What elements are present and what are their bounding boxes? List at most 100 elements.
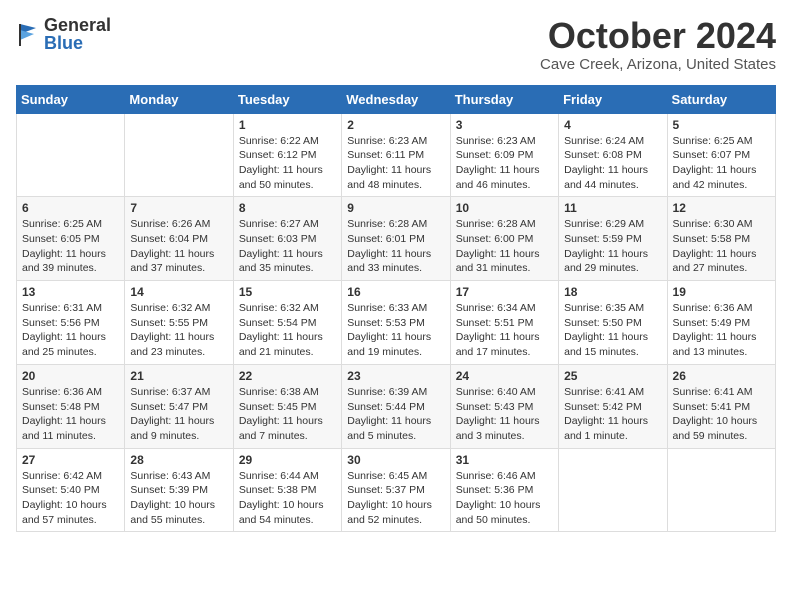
calendar-cell: 20 Sunrise: 6:36 AM Sunset: 5:48 PM Dayli… [17, 364, 125, 448]
day-info: Sunrise: 6:24 AM Sunset: 6:08 PM Dayligh… [564, 134, 661, 193]
day-number: 5 [673, 118, 770, 132]
calendar-cell: 4Sunrise: 6:24 AM Sunset: 6:08 PM Daylig… [559, 113, 667, 197]
calendar-header-row: SundayMondayTuesdayWednesdayThursdayFrid… [17, 85, 776, 113]
weekday-header-wednesday: Wednesday [342, 85, 450, 113]
day-number: 19 [673, 285, 770, 299]
calendar-cell: 19 Sunrise: 6:36 AM Sunset: 5:49 PM Dayli… [667, 281, 775, 365]
day-info: Sunrise: 6:33 AM Sunset: 5:53 PM Dayligh… [347, 301, 444, 360]
calendar-cell: 29 Sunrise: 6:44 AM Sunset: 5:38 PM Dayli… [233, 448, 341, 532]
day-info: Sunrise: 6:37 AM Sunset: 5:47 PM Dayligh… [130, 385, 227, 444]
day-number: 23 [347, 369, 444, 383]
day-number: 2 [347, 118, 444, 132]
day-info: Sunrise: 6:25 AM Sunset: 6:07 PM Dayligh… [673, 134, 770, 193]
day-info: Sunrise: 6:23 AM Sunset: 6:09 PM Dayligh… [456, 134, 553, 193]
day-info: Sunrise: 6:23 AM Sunset: 6:11 PM Dayligh… [347, 134, 444, 193]
calendar-week-4: 20 Sunrise: 6:36 AM Sunset: 5:48 PM Dayli… [17, 364, 776, 448]
day-number: 29 [239, 453, 336, 467]
day-number: 6 [22, 201, 119, 215]
day-info: Sunrise: 6:22 AM Sunset: 6:12 PM Dayligh… [239, 134, 336, 193]
day-info: Sunrise: 6:32 AM Sunset: 5:55 PM Dayligh… [130, 301, 227, 360]
day-info: Sunrise: 6:25 AM Sunset: 6:05 PM Dayligh… [22, 217, 119, 276]
weekday-header-thursday: Thursday [450, 85, 558, 113]
day-info: Sunrise: 6:39 AM Sunset: 5:44 PM Dayligh… [347, 385, 444, 444]
calendar-cell: 9 Sunrise: 6:28 AM Sunset: 6:01 PM Daylig… [342, 197, 450, 281]
calendar-cell: 5 Sunrise: 6:25 AM Sunset: 6:07 PM Daylig… [667, 113, 775, 197]
calendar-cell: 6 Sunrise: 6:25 AM Sunset: 6:05 PM Daylig… [17, 197, 125, 281]
day-number: 24 [456, 369, 553, 383]
day-info: Sunrise: 6:36 AM Sunset: 5:49 PM Dayligh… [673, 301, 770, 360]
calendar-cell [667, 448, 775, 532]
calendar-cell: 30Sunrise: 6:45 AM Sunset: 5:37 PM Dayli… [342, 448, 450, 532]
calendar-cell [17, 113, 125, 197]
weekday-header-sunday: Sunday [17, 85, 125, 113]
calendar-week-1: 1 Sunrise: 6:22 AM Sunset: 6:12 PM Daylig… [17, 113, 776, 197]
calendar-week-3: 13 Sunrise: 6:31 AM Sunset: 5:56 PM Dayli… [17, 281, 776, 365]
logo-general: General [44, 16, 111, 34]
day-number: 26 [673, 369, 770, 383]
calendar-cell: 10 Sunrise: 6:28 AM Sunset: 6:00 PM Dayli… [450, 197, 558, 281]
day-number: 11 [564, 201, 661, 215]
day-info: Sunrise: 6:28 AM Sunset: 6:01 PM Dayligh… [347, 217, 444, 276]
title-block: October 2024 Cave Creek, Arizona, United… [540, 16, 776, 73]
day-number: 31 [456, 453, 553, 467]
day-info: Sunrise: 6:43 AM Sunset: 5:39 PM Dayligh… [130, 469, 227, 528]
day-number: 20 [22, 369, 119, 383]
calendar-cell: 22 Sunrise: 6:38 AM Sunset: 5:45 PM Dayli… [233, 364, 341, 448]
day-info: Sunrise: 6:30 AM Sunset: 5:58 PM Dayligh… [673, 217, 770, 276]
day-info: Sunrise: 6:45 AM Sunset: 5:37 PM Dayligh… [347, 469, 444, 528]
calendar-cell: 15Sunrise: 6:32 AM Sunset: 5:54 PM Dayli… [233, 281, 341, 365]
calendar-cell: 21 Sunrise: 6:37 AM Sunset: 5:47 PM Dayli… [125, 364, 233, 448]
day-number: 9 [347, 201, 444, 215]
day-info: Sunrise: 6:26 AM Sunset: 6:04 PM Dayligh… [130, 217, 227, 276]
day-number: 12 [673, 201, 770, 215]
logo-icon [16, 20, 40, 48]
logo-text: General Blue [44, 16, 111, 52]
day-info: Sunrise: 6:44 AM Sunset: 5:38 PM Dayligh… [239, 469, 336, 528]
day-number: 8 [239, 201, 336, 215]
day-number: 22 [239, 369, 336, 383]
day-number: 14 [130, 285, 227, 299]
calendar-cell: 25Sunrise: 6:41 AM Sunset: 5:42 PM Dayli… [559, 364, 667, 448]
day-info: Sunrise: 6:28 AM Sunset: 6:00 PM Dayligh… [456, 217, 553, 276]
day-number: 7 [130, 201, 227, 215]
day-number: 21 [130, 369, 227, 383]
day-info: Sunrise: 6:40 AM Sunset: 5:43 PM Dayligh… [456, 385, 553, 444]
weekday-header-saturday: Saturday [667, 85, 775, 113]
day-info: Sunrise: 6:36 AM Sunset: 5:48 PM Dayligh… [22, 385, 119, 444]
day-number: 16 [347, 285, 444, 299]
calendar-week-2: 6 Sunrise: 6:25 AM Sunset: 6:05 PM Daylig… [17, 197, 776, 281]
calendar-cell: 14 Sunrise: 6:32 AM Sunset: 5:55 PM Dayli… [125, 281, 233, 365]
calendar-cell: 16 Sunrise: 6:33 AM Sunset: 5:53 PM Dayli… [342, 281, 450, 365]
month-title: October 2024 [540, 16, 776, 56]
calendar-cell [125, 113, 233, 197]
day-info: Sunrise: 6:31 AM Sunset: 5:56 PM Dayligh… [22, 301, 119, 360]
weekday-header-tuesday: Tuesday [233, 85, 341, 113]
page-header: General Blue October 2024 Cave Creek, Ar… [16, 16, 776, 73]
day-info: Sunrise: 6:27 AM Sunset: 6:03 PM Dayligh… [239, 217, 336, 276]
calendar-week-5: 27Sunrise: 6:42 AM Sunset: 5:40 PM Dayli… [17, 448, 776, 532]
day-number: 28 [130, 453, 227, 467]
calendar-table: SundayMondayTuesdayWednesdayThursdayFrid… [16, 85, 776, 533]
calendar-cell: 26 Sunrise: 6:41 AM Sunset: 5:41 PM Dayli… [667, 364, 775, 448]
calendar-cell: 18 Sunrise: 6:35 AM Sunset: 5:50 PM Dayli… [559, 281, 667, 365]
day-info: Sunrise: 6:35 AM Sunset: 5:50 PM Dayligh… [564, 301, 661, 360]
day-number: 18 [564, 285, 661, 299]
day-info: Sunrise: 6:42 AM Sunset: 5:40 PM Dayligh… [22, 469, 119, 528]
calendar-cell: 2 Sunrise: 6:23 AM Sunset: 6:11 PM Daylig… [342, 113, 450, 197]
calendar-cell: 7 Sunrise: 6:26 AM Sunset: 6:04 PM Daylig… [125, 197, 233, 281]
location-title: Cave Creek, Arizona, United States [540, 56, 776, 73]
day-info: Sunrise: 6:34 AM Sunset: 5:51 PM Dayligh… [456, 301, 553, 360]
calendar-cell: 31Sunrise: 6:46 AM Sunset: 5:36 PM Dayli… [450, 448, 558, 532]
day-number: 13 [22, 285, 119, 299]
calendar-cell: 17Sunrise: 6:34 AM Sunset: 5:51 PM Dayli… [450, 281, 558, 365]
day-info: Sunrise: 6:38 AM Sunset: 5:45 PM Dayligh… [239, 385, 336, 444]
logo-blue: Blue [44, 34, 111, 52]
day-info: Sunrise: 6:41 AM Sunset: 5:42 PM Dayligh… [564, 385, 661, 444]
day-info: Sunrise: 6:41 AM Sunset: 5:41 PM Dayligh… [673, 385, 770, 444]
day-number: 10 [456, 201, 553, 215]
weekday-header-monday: Monday [125, 85, 233, 113]
calendar-cell: 8 Sunrise: 6:27 AM Sunset: 6:03 PM Daylig… [233, 197, 341, 281]
calendar-cell: 12 Sunrise: 6:30 AM Sunset: 5:58 PM Dayli… [667, 197, 775, 281]
day-number: 1 [239, 118, 336, 132]
calendar-cell: 1 Sunrise: 6:22 AM Sunset: 6:12 PM Daylig… [233, 113, 341, 197]
